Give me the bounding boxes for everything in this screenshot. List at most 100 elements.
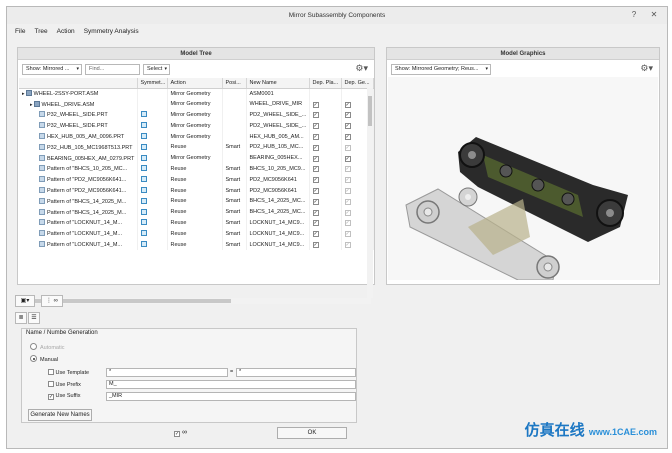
automatic-option[interactable]: Automatic bbox=[30, 343, 64, 351]
dependency-checkbox[interactable]: ✓ bbox=[344, 134, 351, 141]
view-properties-button[interactable]: ≣ bbox=[15, 312, 27, 324]
new-name-cell[interactable]: PD2_HUB_105_MC... bbox=[246, 141, 310, 153]
tree-item-name[interactable]: P32_HUB_105_MC1968T513.PRT bbox=[19, 141, 138, 153]
tree-item-name[interactable]: P32_WHEEL_SIDE.PRT bbox=[19, 120, 138, 132]
table-row[interactable]: BEARING_005HEX_AM_0279.PRT Mirror Geometr… bbox=[19, 152, 374, 164]
dependency-checkbox[interactable]: ✓ bbox=[312, 231, 319, 238]
table-row[interactable]: Pattern of "PD2_MC9056K641... Reuse Smart P… bbox=[19, 174, 374, 186]
new-name-cell[interactable]: PD2_MC9056K641 bbox=[246, 174, 310, 186]
new-name-cell[interactable]: ASM0001 bbox=[246, 88, 310, 99]
position-cell[interactable]: Smart bbox=[222, 185, 247, 196]
table-row[interactable]: Pattern of "LOCKNUT_14_M... Reuse Smart LOC… bbox=[19, 239, 374, 250]
tree-item-name[interactable]: HEX_HUB_005_AM_0096.PRT bbox=[19, 131, 138, 142]
close-icon[interactable]: ✕ bbox=[649, 10, 659, 20]
dependency-checkbox[interactable]: ✓ bbox=[312, 220, 319, 227]
position-cell[interactable] bbox=[222, 88, 247, 99]
tree-item-name[interactable]: ▸ WHEEL_DRIVE.ASM bbox=[19, 98, 138, 110]
dependency-checkbox[interactable]: ✓ bbox=[312, 155, 319, 162]
column-header-dep-placement[interactable]: Dep. Pla... bbox=[309, 78, 342, 89]
dependency-checkbox[interactable]: ✓ bbox=[344, 231, 351, 238]
dependency-checkbox[interactable]: ✓ bbox=[344, 209, 351, 216]
position-cell[interactable]: Smart bbox=[222, 163, 247, 175]
table-row[interactable]: Pattern of "LOCKNUT_14_M... Reuse Smart LOC… bbox=[19, 228, 374, 240]
select-dropdown[interactable]: Select ▾ bbox=[143, 63, 170, 75]
action-cell[interactable]: Mirror Geometry bbox=[167, 109, 223, 121]
column-header-action[interactable]: Action bbox=[167, 78, 223, 89]
use-prefix-option[interactable]: Use Prefix bbox=[48, 381, 81, 388]
new-name-cell[interactable]: PD2_MC9056K641 bbox=[246, 185, 310, 196]
position-cell[interactable] bbox=[222, 109, 247, 121]
dependency-checkbox[interactable]: ✓ bbox=[344, 220, 351, 227]
scrollbar-thumb[interactable] bbox=[368, 96, 372, 126]
position-cell[interactable]: Smart bbox=[222, 239, 247, 250]
find-input[interactable]: Find... bbox=[85, 63, 140, 75]
table-row[interactable]: HEX_HUB_005_AM_0096.PRT Mirror Geometry HE… bbox=[19, 131, 374, 142]
tree-item-name[interactable]: Pattern of "BHCS_10_205_MC... bbox=[19, 163, 138, 175]
action-cell[interactable]: Mirror Geometry bbox=[167, 98, 223, 110]
new-name-cell[interactable]: PD2_WHEEL_SIDE_... bbox=[246, 120, 310, 132]
action-cell[interactable]: Mirror Geometry bbox=[167, 152, 223, 164]
help-icon[interactable]: ? bbox=[629, 10, 639, 20]
dependency-checkbox[interactable]: ✓ bbox=[344, 123, 351, 130]
position-cell[interactable] bbox=[222, 131, 247, 142]
tree-settings-icon[interactable]: ⚙▾ bbox=[355, 63, 368, 74]
position-cell[interactable]: Smart bbox=[222, 217, 247, 229]
prefix-input[interactable]: M_ bbox=[106, 380, 356, 389]
menu-symmetry-analysis[interactable]: Symmetry Analysis bbox=[84, 25, 139, 38]
dependency-checkbox[interactable]: ✓ bbox=[312, 198, 319, 205]
automatic-radio[interactable] bbox=[30, 343, 37, 350]
expand-icon[interactable]: ▸ bbox=[22, 91, 25, 97]
dependency-checkbox[interactable]: ✓ bbox=[344, 101, 351, 108]
column-header-dep-geometry[interactable]: Dep. Ge... bbox=[341, 78, 374, 89]
dependency-checkbox[interactable]: ✓ bbox=[312, 144, 319, 151]
action-cell[interactable]: Mirror Geometry bbox=[167, 88, 223, 99]
horizontal-scrollbar[interactable] bbox=[19, 298, 371, 304]
table-row[interactable]: Pattern of "BHCS_14_2025_M... Reuse Smart B… bbox=[19, 195, 374, 207]
action-cell[interactable]: Reuse bbox=[167, 217, 223, 229]
column-header-name[interactable] bbox=[19, 78, 138, 89]
new-name-cell[interactable]: BHCS_10_205_MC9... bbox=[246, 163, 310, 175]
tree-item-name[interactable]: Pattern of "PD2_MC9056K641... bbox=[19, 174, 138, 186]
use-suffix-option[interactable]: ✓ Use Suffix bbox=[48, 393, 81, 400]
use-template-option[interactable]: Use Template bbox=[48, 369, 89, 376]
action-cell[interactable]: Reuse bbox=[167, 239, 223, 250]
table-row[interactable]: ▸ WHEEL_DRIVE.ASM Mirror Geometry WHEEL_DRI… bbox=[19, 98, 374, 110]
new-name-cell[interactable]: BHCS_14_2025_MC... bbox=[246, 195, 310, 207]
column-header-position[interactable]: Posi... bbox=[222, 78, 247, 89]
table-row[interactable]: Pattern of "BHCS_10_205_MC... Reuse Smart B… bbox=[19, 163, 374, 175]
new-name-cell[interactable]: HEX_HUB_005_AM... bbox=[246, 131, 310, 142]
graphics-filter-dropdown[interactable]: Show: Mirrored Geometry; Reus... ▾ bbox=[391, 63, 491, 75]
tree-item-name[interactable]: BEARING_005HEX_AM_0279.PRT bbox=[19, 152, 138, 164]
action-cell[interactable]: Reuse bbox=[167, 195, 223, 207]
dependency-checkbox[interactable]: ✓ bbox=[344, 198, 351, 205]
expand-icon[interactable]: ▸ bbox=[30, 102, 33, 108]
footer-dependency-toggle[interactable]: ✓ ∞ bbox=[174, 429, 187, 437]
tree-item-name[interactable]: ▸ WHEEL-2SSY-PORT.ASM bbox=[19, 88, 138, 99]
dependency-checkbox[interactable]: ✓ bbox=[344, 242, 351, 249]
graphics-settings-icon[interactable]: ⚙▾ bbox=[640, 63, 653, 74]
action-cell[interactable]: Reuse bbox=[167, 206, 223, 218]
column-header-symmetry[interactable]: Symmet... bbox=[137, 78, 168, 89]
dependency-checkbox[interactable]: ✓ bbox=[312, 123, 319, 130]
use-suffix-checkbox[interactable]: ✓ bbox=[48, 394, 54, 400]
new-name-cell[interactable]: BEARING_005HEX... bbox=[246, 152, 310, 164]
table-row[interactable]: P32_WHEEL_SIDE.PRT Mirror Geometry PD2_WHE… bbox=[19, 120, 374, 132]
new-name-cell[interactable]: LOCKNUT_14_MC9... bbox=[246, 228, 310, 240]
action-cell[interactable]: Reuse bbox=[167, 174, 223, 186]
dependency-checkbox[interactable]: ✓ bbox=[312, 134, 319, 141]
dependency-checkbox[interactable]: ✓ bbox=[312, 177, 319, 184]
dependency-checkbox[interactable]: ✓ bbox=[344, 166, 351, 173]
table-row[interactable]: ▸ WHEEL-2SSY-PORT.ASM Mirror Geometry ASM00… bbox=[19, 88, 374, 99]
manual-option[interactable]: Manual bbox=[30, 355, 58, 363]
template-input[interactable]: * bbox=[106, 368, 228, 377]
dependency-checkbox[interactable]: ✓ bbox=[344, 177, 351, 184]
dependency-checkbox[interactable]: ✓ bbox=[312, 209, 319, 216]
dependency-checkbox[interactable]: ✓ bbox=[312, 112, 319, 119]
position-cell[interactable] bbox=[222, 152, 247, 164]
table-row[interactable]: P32_WHEEL_SIDE.PRT Mirror Geometry PD2_WHE… bbox=[19, 109, 374, 121]
menu-action[interactable]: Action bbox=[57, 25, 75, 38]
action-cell[interactable]: Mirror Geometry bbox=[167, 131, 223, 142]
ok-button[interactable]: OK bbox=[277, 427, 347, 439]
dependency-checkbox[interactable]: ✓ bbox=[312, 101, 319, 108]
vertical-scrollbar[interactable] bbox=[367, 88, 373, 298]
